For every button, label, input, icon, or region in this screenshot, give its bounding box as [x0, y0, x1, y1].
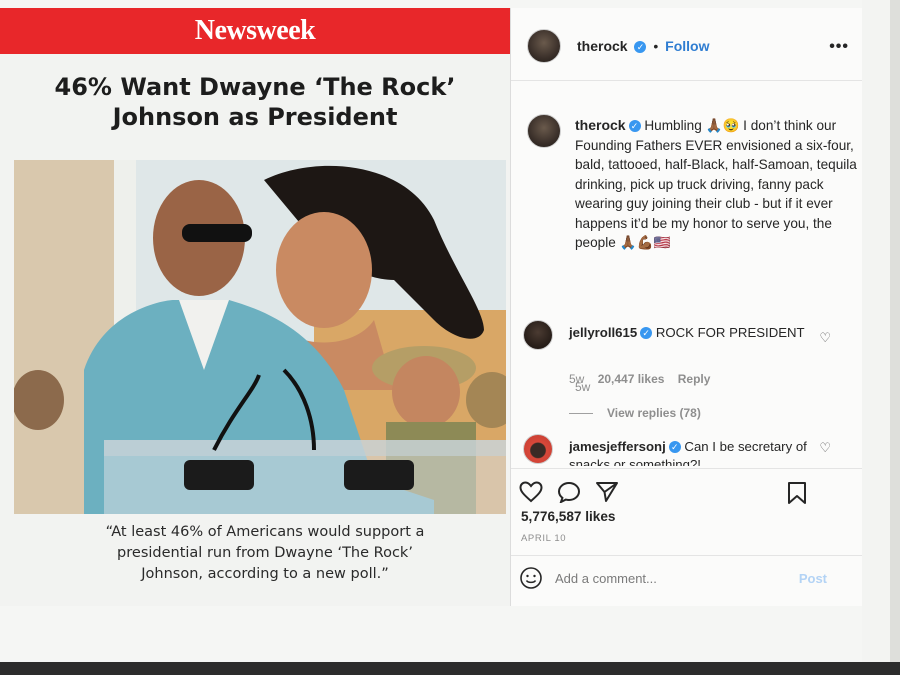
like-count[interactable]: 5,776,587 likes — [521, 509, 616, 524]
author-info: therock ✓ • Follow — [577, 38, 709, 54]
newsweek-logo: Newsweek — [194, 15, 316, 46]
comment-time[interactable]: 5w — [569, 372, 584, 386]
headline-line-1: 46% Want Dwayne ‘The Rock’ — [54, 73, 456, 101]
post-image: Newsweek 46% Want Dwayne ‘The Rock’ John… — [0, 8, 510, 606]
post-date[interactable]: APRIL 10 — [521, 533, 566, 544]
comment-body: jellyroll615 ✓ ROCK FOR PRESIDENT — [569, 324, 819, 342]
emoji-smiley-icon[interactable] — [519, 566, 543, 590]
save-bookmark-icon[interactable] — [787, 481, 807, 505]
comment-likes[interactable]: 20,447 likes — [598, 372, 665, 386]
newsweek-banner: Newsweek — [0, 8, 510, 54]
like-comment-heart-icon[interactable]: ♡ — [819, 440, 831, 456]
article-caption: “At least 46% of Americans would support… — [60, 522, 470, 585]
comment-username[interactable]: jellyroll615 — [569, 325, 637, 340]
post-actions: 5,776,587 likes APRIL 10 Post — [511, 468, 863, 605]
caption-line-3: Johnson, according to a new poll.” — [141, 566, 389, 582]
separator-dot: • — [653, 38, 659, 54]
verified-badge-icon: ✓ — [668, 441, 681, 453]
caption-line-1: “At least 46% of Americans would support… — [105, 524, 425, 540]
page-background — [862, 0, 890, 662]
photo-illustration — [14, 160, 506, 514]
monitor-bezel — [0, 662, 900, 675]
article-headline: 46% Want Dwayne ‘The Rock’ Johnson as Pr… — [10, 72, 500, 132]
verified-badge-icon: ✓ — [640, 327, 653, 339]
commenter-avatar[interactable] — [523, 434, 553, 464]
more-options-icon[interactable]: ••• — [829, 38, 849, 56]
headline-line-2: Johnson as President — [112, 103, 398, 131]
instagram-post-panel: therock ✓ • Follow ••• therock ✓ Humbling… — [510, 8, 863, 606]
article-photo — [14, 160, 506, 514]
caption-body: therock ✓ Humbling 🙏🏾🥹 I don’t think our … — [575, 116, 857, 253]
caption-avatar[interactable] — [527, 114, 561, 148]
post-comment-button[interactable]: Post — [799, 571, 827, 586]
caption-text: Humbling 🙏🏾🥹 I don’t think our Founding … — [575, 118, 857, 250]
author-avatar[interactable] — [527, 29, 561, 63]
like-heart-icon[interactable] — [519, 481, 543, 503]
comment-meta: 5w 20,447 likes Reply — [569, 372, 710, 386]
share-send-icon[interactable] — [595, 481, 619, 503]
follow-button[interactable]: Follow — [665, 38, 709, 54]
comment-body: jamesjeffersonj ✓ Can I be secretary of s… — [569, 438, 819, 466]
browser-screen: Newsweek 46% Want Dwayne ‘The Rock’ John… — [0, 0, 890, 662]
view-replies-link[interactable]: View replies (78) — [569, 406, 701, 420]
post-header: therock ✓ • Follow ••• — [511, 8, 863, 81]
verified-badge-icon: ✓ — [634, 41, 647, 53]
comment-reply-button[interactable]: Reply — [678, 372, 711, 386]
author-username[interactable]: therock — [577, 38, 628, 54]
comment-text: ROCK FOR PRESIDENT — [655, 325, 805, 340]
comment-input[interactable] — [555, 568, 785, 588]
like-comment-heart-icon[interactable]: ♡ — [819, 330, 831, 346]
verified-badge-icon: ✓ — [628, 120, 641, 132]
comment-bubble-icon[interactable] — [557, 481, 581, 503]
comment-username[interactable]: jamesjeffersonj — [569, 439, 666, 454]
caption-username[interactable]: therock — [575, 117, 626, 133]
add-comment-row: Post — [511, 555, 863, 606]
caption-line-2: presidential run from Dwayne ‘The Rock’ — [117, 545, 413, 561]
commenter-avatar[interactable] — [523, 320, 553, 350]
